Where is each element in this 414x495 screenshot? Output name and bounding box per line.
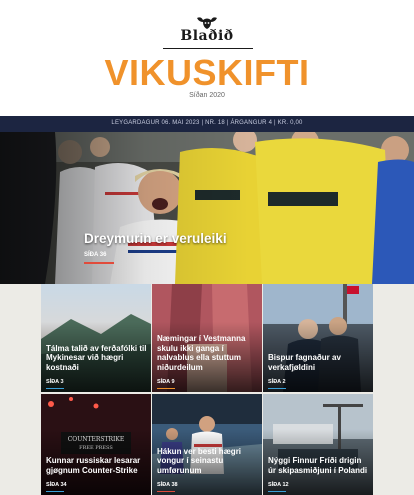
story-card[interactable]: Næmingar í Vestmanna skulu ikki ganga í … [152, 284, 262, 392]
since-label: Síðan 2020 [189, 92, 225, 99]
brand-logo-text[interactable]: Blaðið [0, 28, 414, 44]
story-page-ref: SÍÐA 34 [46, 482, 67, 488]
story-underline [268, 387, 286, 389]
story-card[interactable]: Bispur fagnaður av verkafjøldini SÍÐA 2 [263, 284, 373, 392]
story-card[interactable]: Nýggi Finnur Fríði drigin úr skipasmiðju… [263, 394, 373, 495]
hero-page-ref: SÍÐA 36 [84, 252, 107, 258]
story-page-ref: SÍÐA 38 [157, 482, 178, 488]
story-grid: Tálma talið av ferðafólki til Mykinesar … [41, 284, 373, 495]
card-shade [41, 284, 151, 392]
story-title[interactable]: Nýggi Finnur Fríði drigin úr skipasmiðju… [268, 456, 369, 475]
page-title: VIKUSKIFTI [104, 52, 310, 93]
story-underline [46, 387, 64, 389]
hero-shade [0, 132, 414, 284]
story-underline [268, 490, 286, 492]
logo-divider [163, 48, 253, 49]
story-card[interactable]: Tálma talið av ferðafólki til Mykinesar … [41, 284, 151, 392]
info-bar: LEYGARDAGUR 06. MAI 2023 | NR. 18 | ÁRGA… [0, 116, 414, 132]
story-page-ref: SÍÐA 2 [268, 379, 286, 385]
story-title[interactable]: Kunnar russiskar lesarar gjøgnum Counter… [46, 456, 147, 475]
story-title[interactable]: Bispur fagnaður av verkafjøldini [268, 353, 369, 372]
masthead: Blaðið VIKUSKIFTI Síðan 2020 [0, 0, 414, 116]
story-title[interactable]: Hákun ver besti hægri vongur í seinastu … [157, 447, 258, 476]
hero-underline [84, 262, 114, 264]
story-card[interactable]: Hákun ver besti hægri vongur í seinastu … [152, 394, 262, 495]
card-shade [263, 284, 373, 392]
card-shade [41, 394, 151, 495]
card-shade [152, 394, 262, 495]
story-underline [157, 387, 175, 389]
card-shade [263, 394, 373, 495]
issue-info: LEYGARDAGUR 06. MAI 2023 | NR. 18 | ÁRGA… [111, 120, 303, 126]
hero-story[interactable] [0, 132, 414, 284]
story-page-ref: SÍÐA 9 [157, 379, 175, 385]
story-underline [157, 490, 175, 492]
story-card[interactable]: COUNTERSTRIKE FREE PRESS Kunnar russiska… [41, 394, 151, 495]
story-underline [46, 490, 64, 492]
story-page-ref: SÍÐA 12 [268, 482, 289, 488]
story-title[interactable]: Næmingar í Vestmanna skulu ikki ganga í … [157, 334, 258, 372]
story-title[interactable]: Tálma talið av ferðafólki til Mykinesar … [46, 344, 147, 373]
hero-title[interactable]: Dreymurin er veruleiki [84, 231, 227, 246]
story-page-ref: SÍÐA 3 [46, 379, 64, 385]
